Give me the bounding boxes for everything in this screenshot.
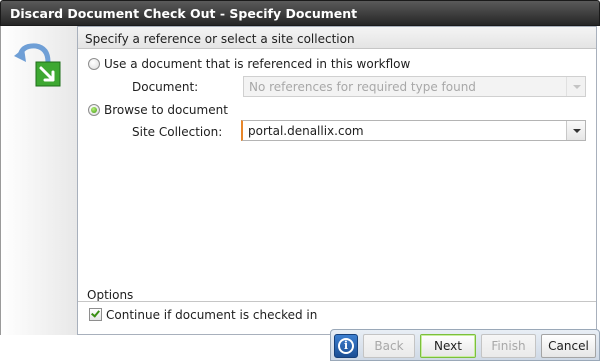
document-label: Document: [132,80,199,94]
chevron-down-icon[interactable] [566,121,585,140]
reference-radio-label[interactable]: Use a document that is referenced in thi… [104,57,410,71]
site-collection-label: Site Collection: [132,125,223,139]
info-icon: i [338,338,354,354]
document-combo: No references for required type found [243,76,586,97]
dialog-title: Discard Document Check Out - Specify Doc… [10,6,358,21]
title-bar: Discard Document Check Out - Specify Doc… [0,0,600,26]
site-collection-value: portal.denallix.com [248,124,364,138]
back-button[interactable]: Back [363,334,415,358]
content-panel: Specify a reference or select a site col… [77,26,597,335]
next-button[interactable]: Next [420,334,476,358]
button-bar: i Back Next Finish Cancel [330,329,600,361]
options-header: Options [87,288,134,302]
site-collection-combo[interactable]: portal.denallix.com [241,120,586,141]
continue-checkbox-label[interactable]: Continue if document is checked in [106,308,317,322]
finish-button[interactable]: Finish [481,334,536,358]
reference-radio[interactable] [88,58,100,70]
browse-radio[interactable] [88,104,100,116]
browse-radio-label[interactable]: Browse to document [104,103,228,117]
chevron-down-icon [566,77,585,96]
options-divider [78,301,596,302]
cancel-button[interactable]: Cancel [541,334,596,358]
wizard-sidebar [0,26,77,335]
dialog-window: Discard Document Check Out - Specify Doc… [0,0,600,361]
section-header-label: Specify a reference or select a site col… [85,32,355,46]
undo-checkout-icon [14,43,61,87]
continue-checkbox[interactable] [89,308,102,321]
document-combo-value: No references for required type found [249,80,476,94]
section-header: Specify a reference or select a site col… [78,27,596,49]
info-button[interactable]: i [334,334,358,358]
